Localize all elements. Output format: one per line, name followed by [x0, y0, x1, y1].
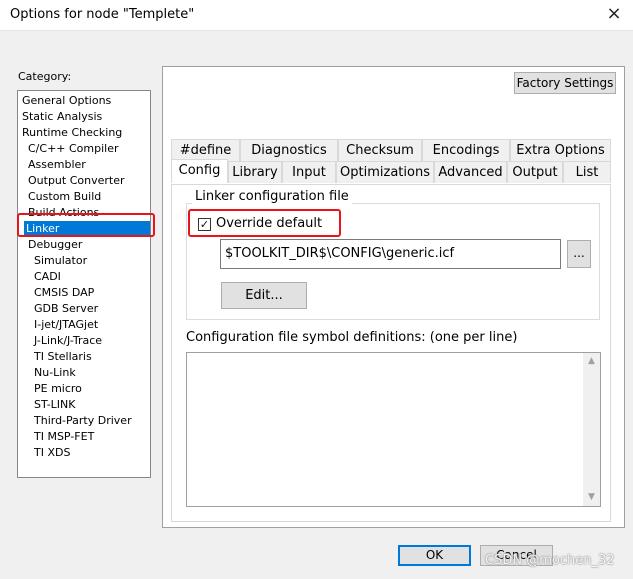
- scroll-down-icon[interactable]: ▼: [583, 489, 600, 506]
- category-item-nu-link[interactable]: Nu-Link: [32, 365, 78, 381]
- close-icon[interactable]: ×: [604, 3, 624, 25]
- tab-optimizations[interactable]: Optimizations: [336, 161, 434, 183]
- edit-button[interactable]: Edit...: [221, 282, 307, 309]
- watermark: CSDN @mochen_32: [485, 553, 615, 568]
- linker-highlight-box: [17, 213, 155, 237]
- tab-library[interactable]: Library: [228, 161, 282, 183]
- category-item-simulator[interactable]: Simulator: [32, 253, 89, 269]
- category-item-custom-build[interactable]: Custom Build: [26, 189, 103, 205]
- tab-input[interactable]: Input: [282, 161, 336, 183]
- category-item-ti-msp-fet[interactable]: TI MSP-FET: [32, 429, 96, 445]
- category-item-c-cpp-compiler[interactable]: C/C++ Compiler: [26, 141, 121, 157]
- ok-button[interactable]: OK: [398, 545, 471, 566]
- config-file-input[interactable]: $TOOLKIT_DIR$\CONFIG\generic.icf: [220, 239, 561, 269]
- category-item-pe-micro[interactable]: PE micro: [32, 381, 84, 397]
- category-item-debugger[interactable]: Debugger: [26, 237, 84, 253]
- category-item-ti-stellaris[interactable]: TI Stellaris: [32, 349, 94, 365]
- category-item-runtime-checking[interactable]: Runtime Checking: [20, 125, 124, 141]
- symbol-definitions-label: Configuration file symbol definitions: (…: [186, 330, 518, 345]
- group-title: Linker configuration file: [192, 189, 352, 204]
- category-item-i-jet[interactable]: I-jet/JTAGjet: [32, 317, 100, 333]
- tab-advanced[interactable]: Advanced: [434, 161, 507, 183]
- category-tree[interactable]: General Options Static Analysis Runtime …: [17, 90, 151, 478]
- category-item-st-link[interactable]: ST-LINK: [32, 397, 77, 413]
- category-item-general-options[interactable]: General Options: [20, 93, 113, 109]
- category-item-cadi[interactable]: CADI: [32, 269, 63, 285]
- tab-extra-options[interactable]: Extra Options: [510, 139, 611, 161]
- category-item-third-party-driver[interactable]: Third-Party Driver: [32, 413, 134, 429]
- category-item-assembler[interactable]: Assembler: [26, 157, 88, 173]
- override-highlight-box: [188, 209, 341, 237]
- title-bar: Options for node "Templete" ×: [0, 0, 633, 30]
- symbol-definitions-textarea[interactable]: [186, 352, 601, 507]
- scroll-up-icon[interactable]: ▲: [583, 353, 600, 370]
- symbol-definitions-scrollbar[interactable]: ▲ ▼: [583, 353, 600, 506]
- category-item-output-converter[interactable]: Output Converter: [26, 173, 127, 189]
- browse-button[interactable]: ...: [567, 240, 591, 268]
- category-label: Category:: [18, 70, 72, 83]
- tab-output[interactable]: Output: [507, 161, 563, 183]
- tab-define[interactable]: #define: [171, 139, 240, 161]
- category-item-cmsis-dap[interactable]: CMSIS DAP: [32, 285, 96, 301]
- factory-settings-button[interactable]: Factory Settings: [514, 72, 616, 94]
- tab-config[interactable]: Config: [171, 159, 228, 183]
- tab-list[interactable]: List: [563, 161, 611, 183]
- window-title: Options for node "Templete": [10, 7, 195, 22]
- tab-diagnostics[interactable]: Diagnostics: [240, 139, 338, 161]
- category-item-j-link[interactable]: J-Link/J-Trace: [32, 333, 104, 349]
- tab-checksum[interactable]: Checksum: [338, 139, 422, 161]
- category-item-static-analysis[interactable]: Static Analysis: [20, 109, 104, 125]
- category-item-ti-xds[interactable]: TI XDS: [32, 445, 72, 461]
- category-item-gdb-server[interactable]: GDB Server: [32, 301, 100, 317]
- tab-encodings[interactable]: Encodings: [422, 139, 510, 161]
